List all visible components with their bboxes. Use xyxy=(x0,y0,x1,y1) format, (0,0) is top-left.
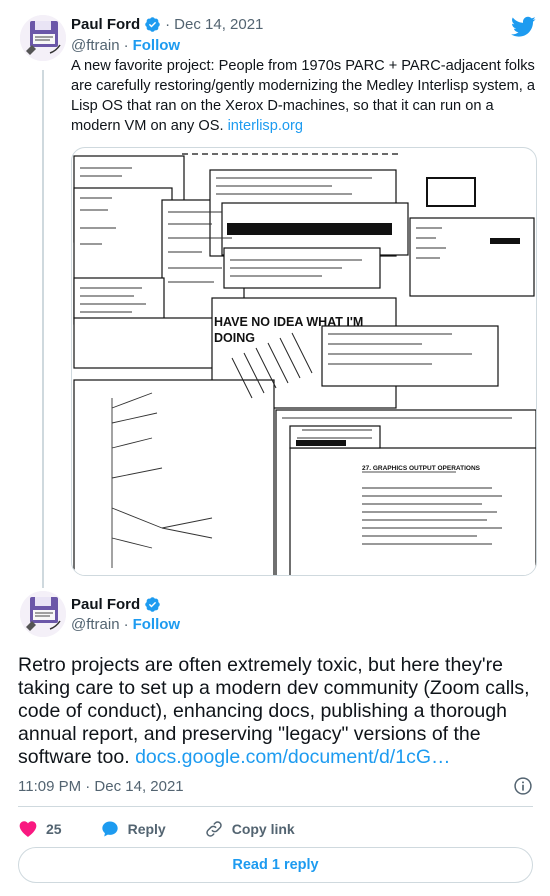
separator-dot: · xyxy=(123,616,129,633)
separator-dot: · xyxy=(165,16,171,33)
author-avatar[interactable] xyxy=(20,591,66,637)
tweet-link[interactable]: interlisp.org xyxy=(228,118,303,134)
follow-button[interactable]: Follow xyxy=(133,616,181,633)
separator-dot: · xyxy=(123,37,129,54)
author-name-row: Paul Ford · Dec 14, 2021 xyxy=(71,16,263,33)
info-icon[interactable] xyxy=(513,776,533,796)
follow-button[interactable]: Follow xyxy=(133,37,181,54)
handle-row: @ftrain · Follow xyxy=(71,37,180,54)
verified-badge-icon xyxy=(144,16,161,33)
interlisp-screenshot-collage: HAVE NO IDEA WHAT I'M DOING 27. GRAPHICS… xyxy=(73,153,536,575)
verified-badge-icon xyxy=(144,596,161,613)
author-handle[interactable]: @ftrain xyxy=(71,37,120,54)
author-avatar[interactable] xyxy=(20,15,66,61)
author-display-name[interactable]: Paul Ford xyxy=(71,596,140,613)
author-display-name[interactable]: Paul Ford xyxy=(71,16,140,33)
tweet-link[interactable]: docs.google.com/document/d/1cG… xyxy=(135,746,450,768)
media-section-heading: 27. GRAPHICS OUTPUT OPERATIONS xyxy=(362,465,481,472)
link-icon xyxy=(205,821,222,837)
twitter-bird-icon[interactable] xyxy=(511,16,536,38)
like-count: 25 xyxy=(46,821,62,837)
media-caption-line2: DOING xyxy=(214,331,255,345)
media-caption-line1: HAVE NO IDEA WHAT I'M xyxy=(214,315,363,329)
copy-link-button[interactable]: Copy link xyxy=(204,819,295,839)
tweet-timestamp[interactable]: 11:09 PM · Dec 14, 2021 xyxy=(18,778,184,795)
reply-button[interactable]: Reply xyxy=(100,819,166,839)
tweet-embed-card: Paul Ford · Dec 14, 2021 @ftrain · Follo… xyxy=(0,0,550,896)
quoted-tweet-text: A new favorite project: People from 1970… xyxy=(71,56,537,136)
action-bar: 25 Reply Copy link xyxy=(18,816,319,842)
read-replies-button[interactable]: Read 1 reply xyxy=(18,847,533,883)
main-tweet-text: Retro projects are often extremely toxic… xyxy=(18,654,533,769)
reply-label: Reply xyxy=(127,821,166,837)
actions-divider xyxy=(18,806,533,807)
copy-link-label: Copy link xyxy=(231,821,295,837)
handle-row: @ftrain · Follow xyxy=(71,616,180,633)
author-name-row: Paul Ford xyxy=(71,596,161,613)
reply-bubble-icon xyxy=(101,821,118,837)
thread-connector-line xyxy=(42,70,44,588)
tweet-date[interactable]: Dec 14, 2021 xyxy=(174,16,263,33)
tweet-media-image[interactable]: HAVE NO IDEA WHAT I'M DOING 27. GRAPHICS… xyxy=(71,147,537,576)
like-button[interactable]: 25 xyxy=(18,819,62,839)
author-handle[interactable]: @ftrain xyxy=(71,616,120,633)
heart-icon xyxy=(19,821,37,837)
